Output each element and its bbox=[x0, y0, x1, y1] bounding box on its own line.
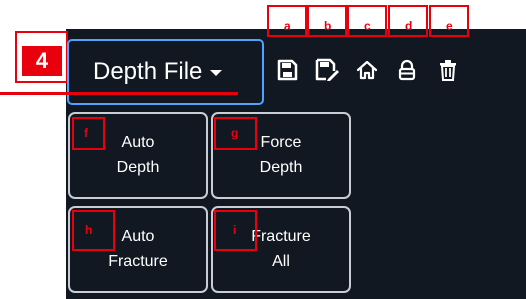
tag-box-f bbox=[72, 117, 105, 150]
tag-label-b: b bbox=[324, 19, 332, 33]
depth-file-label: Depth File bbox=[93, 58, 203, 85]
tag-label-a: a bbox=[284, 19, 291, 33]
save-icon bbox=[277, 59, 298, 81]
depth-file-dropdown[interactable]: Depth File bbox=[67, 39, 264, 105]
tag-label-d: d bbox=[405, 19, 413, 33]
home-button[interactable] bbox=[353, 56, 381, 84]
tag-label-i: i bbox=[233, 223, 237, 237]
callout-4-pointer bbox=[0, 92, 238, 95]
lock-button[interactable] bbox=[393, 56, 421, 84]
caret-down-icon bbox=[210, 70, 223, 76]
auto-depth-line2: Depth bbox=[116, 158, 160, 176]
tag-label-f: f bbox=[84, 126, 88, 140]
trash-icon bbox=[440, 60, 456, 81]
tag-label-c: c bbox=[364, 19, 371, 33]
save-button[interactable] bbox=[273, 56, 301, 84]
auto-fracture-line2: Fracture bbox=[108, 252, 168, 270]
tag-label-g: g bbox=[231, 126, 239, 140]
delete-button[interactable] bbox=[434, 56, 462, 84]
home-icon bbox=[356, 60, 378, 80]
lock-icon bbox=[398, 59, 416, 81]
tag-label-h: h bbox=[85, 223, 93, 237]
force-depth-line2: Depth bbox=[259, 158, 303, 176]
save-as-button[interactable] bbox=[313, 56, 341, 84]
tag-label-e: e bbox=[446, 19, 453, 33]
fracture-all-line2: All bbox=[272, 252, 290, 270]
callout-4-badge: 4 bbox=[22, 46, 62, 76]
save-as-icon bbox=[315, 58, 339, 81]
tag-box-h bbox=[72, 210, 115, 251]
